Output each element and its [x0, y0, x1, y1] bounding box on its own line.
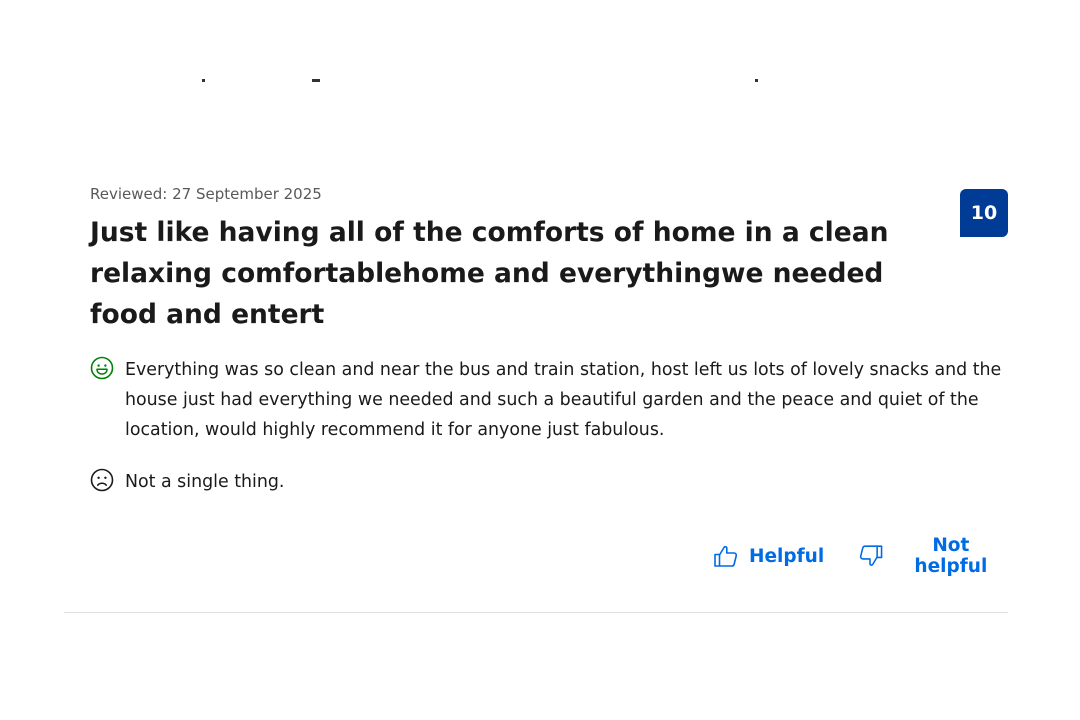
score-badge: 10	[960, 189, 1008, 237]
review-page: Reviewed: 27 September 2025 Just like ha…	[0, 0, 1080, 720]
helpful-button[interactable]: Helpful	[713, 543, 824, 569]
positive-comment: Everything was so clean and near the bus…	[90, 355, 1008, 445]
negative-comment: Not a single thing.	[90, 467, 1008, 497]
not-helpful-button[interactable]: Not helpful	[858, 535, 1008, 577]
clipped-previous-content	[90, 70, 790, 84]
review-feedback-actions: Helpful Not helpful	[713, 535, 1008, 577]
review-card: Reviewed: 27 September 2025 Just like ha…	[90, 183, 1008, 577]
negative-comment-text: Not a single thing.	[125, 472, 285, 492]
divider	[64, 612, 1008, 613]
positive-comment-text: Everything was so clean and near the bus…	[125, 360, 1002, 440]
thumbs-down-icon	[860, 545, 883, 566]
smiley-face-icon	[90, 356, 114, 380]
sad-face-icon	[90, 468, 114, 492]
not-helpful-label: Not helpful	[914, 535, 988, 577]
thumbs-up-icon	[714, 545, 738, 567]
review-title: Just like having all of the comforts of …	[90, 217, 889, 330]
helpful-label: Helpful	[749, 545, 825, 567]
reviewed-date: Reviewed: 27 September 2025	[90, 185, 322, 203]
